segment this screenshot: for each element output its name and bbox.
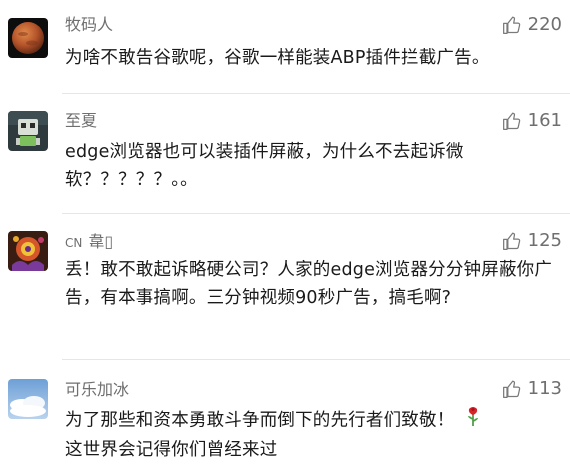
like-button[interactable]: 125: [502, 230, 562, 252]
username[interactable]: CN 韋▯: [65, 231, 113, 254]
like-count: 220: [527, 14, 562, 35]
avatar[interactable]: [8, 379, 48, 419]
like-count: 161: [527, 110, 562, 131]
thumbs-up-icon: [502, 380, 520, 398]
avatar[interactable]: [8, 231, 48, 271]
like-button[interactable]: 113: [502, 378, 562, 400]
comment-text: edge浏览器也可以装插件屏蔽，为什么不去起诉微软？？？？？。。: [65, 142, 464, 190]
thumbs-up-icon: [502, 16, 520, 34]
comment-text-line: 为了那些和资本勇敢斗争而倒下的先行者们致敬！: [65, 405, 556, 436]
mars-planet-avatar: [8, 18, 48, 58]
like-button[interactable]: 220: [502, 14, 562, 36]
comment-text: 为啥不敢告谷歌呢，谷歌一样能装ABP插件拦截广告。: [65, 48, 490, 68]
avatar[interactable]: [8, 111, 48, 151]
comment-text-line1: 为了那些和资本勇敢斗争而倒下的先行者们致敬！: [65, 410, 455, 431]
rose-icon: [466, 405, 480, 436]
colorful-art-avatar: [8, 231, 48, 271]
comment-item: 可乐加冰 113 为了那些和资本勇敢斗争而倒下的先行者们致敬！ 这世界会记得你们…: [0, 360, 570, 476]
username[interactable]: 牧码人: [65, 14, 113, 36]
username[interactable]: 可乐加冰: [65, 379, 129, 401]
avatar[interactable]: [8, 18, 48, 58]
robot-cartoon-avatar: [8, 111, 48, 151]
comment-item: 至夏 161 edge浏览器也可以装插件屏蔽，为什么不去起诉微软？？？？？。。: [0, 94, 570, 212]
username-text: 韋▯: [88, 232, 114, 251]
comment-text: 丢！敢不敢起诉略硬公司？人家的edge浏览器分分钟屏蔽你广告，有本事搞啊。三分钟…: [65, 260, 553, 308]
comment-text-line2: 这世界会记得你们曾经来过: [65, 440, 278, 460]
comment-item: CN 韋▯ 125 丢！敢不敢起诉略硬公司？人家的edge浏览器分分钟屏蔽你广告，…: [0, 214, 570, 358]
comment-item: 牧码人 220 为啥不敢告谷歌呢，谷歌一样能装ABP插件拦截广告。: [0, 0, 570, 92]
sky-clouds-avatar: [8, 379, 48, 419]
username[interactable]: 至夏: [65, 110, 97, 132]
like-count: 113: [527, 378, 562, 399]
thumbs-up-icon: [502, 232, 520, 250]
like-count: 125: [527, 230, 562, 251]
like-button[interactable]: 161: [502, 110, 562, 132]
comment-text: 为了那些和资本勇敢斗争而倒下的先行者们致敬！ 这世界会记得你们曾经来过: [65, 405, 556, 464]
thumbs-up-icon: [502, 112, 520, 130]
country-prefix: CN: [65, 236, 83, 250]
